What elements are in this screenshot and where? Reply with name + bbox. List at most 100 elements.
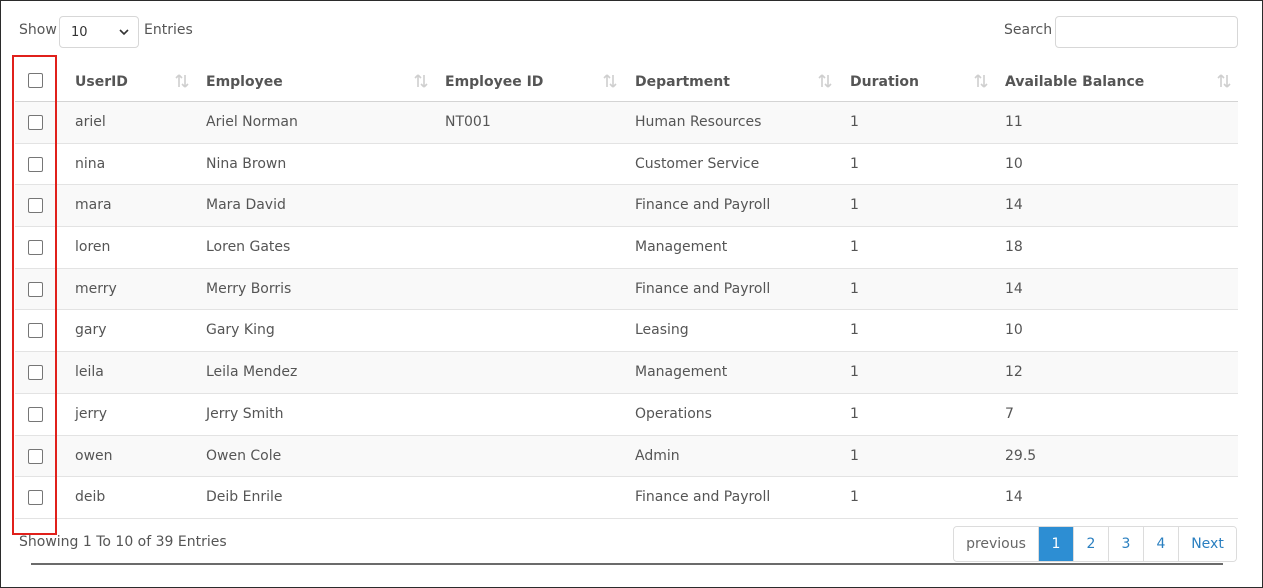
cell-department: Admin xyxy=(635,447,680,464)
select-all-checkbox[interactable] xyxy=(28,73,43,88)
sort-icon[interactable] xyxy=(973,73,989,89)
pagination-info: Showing 1 To 10 of 39 Entries xyxy=(19,534,227,550)
header-employee[interactable]: Employee xyxy=(206,61,283,101)
row-checkbox[interactable] xyxy=(28,198,43,214)
cell-department: Leasing xyxy=(635,322,689,339)
cell-userid: gary xyxy=(75,322,107,339)
cell-balance: 10 xyxy=(1005,155,1023,172)
cell-employee: Loren Gates xyxy=(206,239,291,256)
employees-table: UserID Employee Employee ID Department D… xyxy=(15,61,1238,519)
cell-employee: Gary King xyxy=(206,322,275,339)
cell-balance: 10 xyxy=(1005,322,1023,339)
cell-duration: 1 xyxy=(850,239,859,256)
cell-userid: merry xyxy=(75,280,117,297)
cell-userid: owen xyxy=(75,447,113,464)
page-1-button[interactable]: 1 xyxy=(1038,527,1073,561)
header-employee-id[interactable]: Employee ID xyxy=(445,61,543,101)
cell-employee: Jerry Smith xyxy=(206,405,284,422)
page-4-button[interactable]: 4 xyxy=(1143,527,1178,561)
previous-page-button[interactable]: previous xyxy=(954,527,1038,561)
sort-icon[interactable] xyxy=(1216,73,1232,89)
header-department[interactable]: Department xyxy=(635,61,730,101)
entries-per-page-select[interactable]: 10 xyxy=(59,16,139,48)
table-row: owen Owen Cole Admin 1 29.5 xyxy=(15,435,1238,478)
page-2-button[interactable]: 2 xyxy=(1073,527,1108,561)
cell-userid: mara xyxy=(75,197,112,214)
cell-department: Customer Service xyxy=(635,155,760,172)
cell-userid: nina xyxy=(75,155,106,172)
header-duration[interactable]: Duration xyxy=(850,61,919,101)
cell-balance: 14 xyxy=(1005,489,1023,506)
header-available-balance[interactable]: Available Balance xyxy=(1005,61,1144,101)
cell-duration: 1 xyxy=(850,197,859,214)
row-checkbox[interactable] xyxy=(28,406,43,422)
row-checkbox[interactable] xyxy=(28,365,43,381)
chevron-down-icon xyxy=(119,29,129,36)
cell-employee: Merry Borris xyxy=(206,280,292,297)
row-checkbox[interactable] xyxy=(28,490,43,506)
sort-icon[interactable] xyxy=(174,73,190,89)
table-header: UserID Employee Employee ID Department D… xyxy=(15,61,1238,102)
cell-duration: 1 xyxy=(850,114,859,130)
cell-employee: Ariel Norman xyxy=(206,114,298,130)
sort-icon[interactable] xyxy=(413,73,429,89)
horizontal-scrollbar[interactable] xyxy=(31,563,1223,565)
cell-balance: 29.5 xyxy=(1005,447,1037,464)
cell-balance: 7 xyxy=(1005,405,1014,422)
cell-department: Human Resources xyxy=(635,114,762,130)
cell-balance: 14 xyxy=(1005,197,1023,214)
cell-duration: 1 xyxy=(850,489,859,506)
cell-employee: Leila Mendez xyxy=(206,364,298,381)
cell-department: Finance and Payroll xyxy=(635,489,771,506)
cell-department: Management xyxy=(635,364,728,381)
cell-duration: 1 xyxy=(850,405,859,422)
table-row: loren Loren Gates Management 1 18 xyxy=(15,227,1238,269)
table-body: ariel Ariel Norman NT001 Human Resources… xyxy=(15,102,1238,519)
search-input[interactable] xyxy=(1055,16,1238,48)
table-row: gary Gary King Leasing 1 10 xyxy=(15,310,1238,353)
table-row: merry Merry Borris Finance and Payroll 1… xyxy=(15,268,1238,311)
cell-employee: Deib Enrile xyxy=(206,489,283,506)
cell-userid: ariel xyxy=(75,114,106,130)
header-userid[interactable]: UserID xyxy=(75,61,128,101)
cell-balance: 11 xyxy=(1005,114,1023,130)
row-checkbox[interactable] xyxy=(28,448,43,464)
cell-balance: 14 xyxy=(1005,280,1023,297)
table-row: deib Deib Enrile Finance and Payroll 1 1… xyxy=(15,477,1238,519)
table-row: ariel Ariel Norman NT001 Human Resources… xyxy=(15,102,1238,144)
cell-department: Management xyxy=(635,239,728,256)
row-checkbox[interactable] xyxy=(28,323,43,339)
sort-icon[interactable] xyxy=(602,73,618,89)
cell-duration: 1 xyxy=(850,322,859,339)
table-row: jerry Jerry Smith Operations 1 7 xyxy=(15,394,1238,436)
cell-department: Finance and Payroll xyxy=(635,197,771,214)
entries-label: Entries xyxy=(144,22,193,38)
cell-employee-id: NT001 xyxy=(445,114,491,130)
cell-employee: Mara David xyxy=(206,197,286,214)
table-row: nina Nina Brown Customer Service 1 10 xyxy=(15,144,1238,186)
next-page-button[interactable]: Next xyxy=(1178,527,1236,561)
cell-userid: deib xyxy=(75,489,106,506)
datatable-panel: Show 10 Entries Search UserID Employee E… xyxy=(0,0,1263,588)
cell-employee: Nina Brown xyxy=(206,155,287,172)
search-label: Search xyxy=(1004,22,1053,38)
cell-duration: 1 xyxy=(850,364,859,381)
page-3-button[interactable]: 3 xyxy=(1108,527,1143,561)
table-row: leila Leila Mendez Management 1 12 xyxy=(15,352,1238,394)
cell-userid: jerry xyxy=(75,405,108,422)
sort-icon[interactable] xyxy=(817,73,833,89)
cell-balance: 12 xyxy=(1005,364,1023,381)
entries-select-value: 10 xyxy=(71,25,88,40)
row-checkbox[interactable] xyxy=(28,156,43,172)
cell-department: Finance and Payroll xyxy=(635,280,771,297)
row-checkbox[interactable] xyxy=(28,115,43,130)
cell-duration: 1 xyxy=(850,280,859,297)
table-row: mara Mara David Finance and Payroll 1 14 xyxy=(15,185,1238,228)
cell-balance: 18 xyxy=(1005,239,1023,256)
row-checkbox[interactable] xyxy=(28,240,43,256)
cell-userid: loren xyxy=(75,239,111,256)
pagination: previous 1 2 3 4 Next xyxy=(953,526,1237,562)
cell-employee: Owen Cole xyxy=(206,447,282,464)
row-checkbox[interactable] xyxy=(28,281,43,297)
show-label: Show xyxy=(19,22,57,38)
